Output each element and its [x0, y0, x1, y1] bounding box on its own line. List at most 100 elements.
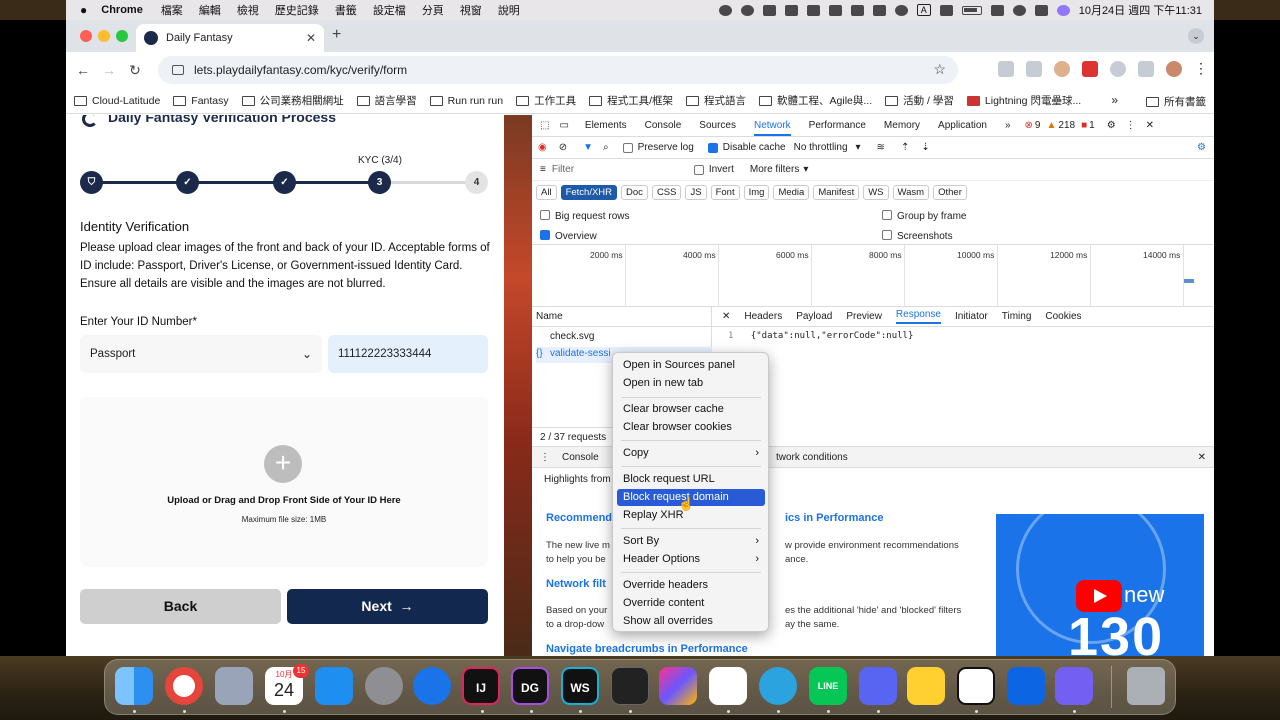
big-rows-checkbox[interactable] [540, 210, 550, 220]
screen-capture-icon[interactable] [784, 4, 798, 16]
miro-icon[interactable] [907, 667, 945, 705]
bookmark-folder[interactable]: Run run run [429, 95, 503, 107]
profile-avatar[interactable] [1166, 60, 1182, 77]
menu-item-clear-cache[interactable]: Clear browser cache [617, 401, 765, 418]
bookmark-link[interactable]: Lightning 閃電壘球... [966, 93, 1081, 108]
docker-icon[interactable] [709, 667, 747, 705]
menubar-clock[interactable]: 10月24日 週四 下午11:31 [1079, 2, 1202, 18]
close-tab-icon[interactable]: ✕ [306, 31, 316, 45]
apple-menu-icon[interactable]: ● [80, 3, 87, 17]
tab-application[interactable]: Application [938, 120, 987, 131]
type-css[interactable]: CSS [651, 184, 682, 200]
telegram-icon[interactable] [759, 667, 797, 705]
throttling-select[interactable]: No throttling [794, 142, 848, 153]
network-overview-timeline[interactable]: 2000 ms 4000 ms 6000 ms 8000 ms 10000 ms… [532, 245, 1214, 307]
extension-circle-icon[interactable] [1110, 60, 1126, 77]
tab-elements[interactable]: Elements [585, 120, 627, 131]
datagrip-icon[interactable]: DG [511, 667, 549, 705]
menu-item-sort-by[interactable]: Sort By › [617, 533, 765, 550]
overview-option[interactable]: Overview [540, 230, 597, 242]
detail-tab-timing[interactable]: Timing [1002, 311, 1032, 322]
tab-performance[interactable]: Performance [809, 120, 866, 131]
inspect-element-icon[interactable]: ⬚ [540, 120, 549, 131]
extensions-puzzle-icon[interactable] [1138, 60, 1154, 77]
drawer-menu-icon[interactable]: ⋮ [540, 452, 550, 463]
system-settings-icon[interactable] [365, 667, 403, 705]
menu-item-show-overrides[interactable]: Show all overrides [617, 613, 765, 630]
intellij-icon[interactable]: IJ [462, 667, 500, 705]
extension-icon[interactable] [998, 60, 1014, 77]
clipboard-icon[interactable] [806, 4, 820, 16]
drawer-tab-network-conditions[interactable]: twork conditions [776, 452, 848, 463]
preserve-log-checkbox[interactable] [622, 142, 633, 153]
bookmark-folder[interactable]: 語言學習 [356, 93, 417, 108]
import-har-icon[interactable]: ⇡ [901, 142, 909, 153]
detail-tab-payload[interactable]: Payload [796, 311, 832, 322]
device-toolbar-icon[interactable]: ▭ [559, 120, 568, 131]
next-button[interactable]: Next → [287, 589, 488, 624]
tab-search-chevron-icon[interactable]: ⌄ [1188, 28, 1204, 44]
menu-item-copy[interactable]: Copy › [617, 445, 765, 462]
line-status-icon[interactable] [740, 4, 754, 16]
minimize-window-icon[interactable] [98, 30, 110, 42]
viber-icon[interactable] [1055, 667, 1093, 705]
request-row[interactable]: check.svg [550, 331, 594, 342]
cloud-icon[interactable] [762, 4, 776, 16]
type-media[interactable]: Media [773, 184, 810, 200]
spotlight-search-icon[interactable] [1012, 4, 1026, 16]
menu-item-header-options[interactable]: Header Options › [617, 551, 765, 568]
maps-pin-icon[interactable] [413, 667, 451, 705]
siri-icon[interactable] [1056, 4, 1070, 16]
bookmark-folder[interactable]: Cloud-Latitude [74, 95, 160, 107]
control-center-icon[interactable] [1034, 4, 1048, 16]
whats-new-heading[interactable]: ics in Performance [785, 512, 883, 524]
bookmark-folder[interactable]: 程式工具/框架 [589, 93, 673, 108]
tab-daily-fantasy[interactable]: Daily Fantasy ✕ [136, 24, 324, 52]
evernote-icon[interactable] [828, 4, 842, 16]
url-text[interactable]: lets.playdailyfantasy.com/kyc/verify/for… [194, 63, 407, 77]
menu-file[interactable]: 檔案 [161, 2, 183, 18]
overview-checkbox[interactable] [540, 230, 550, 240]
type-fetch-xhr[interactable]: Fetch/XHR [560, 184, 618, 200]
close-detail-icon[interactable]: ✕ [722, 311, 730, 322]
menu-item-block-url[interactable]: Block request URL [617, 471, 765, 488]
volume-icon[interactable] [872, 4, 886, 16]
detail-tab-response[interactable]: Response [895, 309, 941, 324]
type-img[interactable]: Img [743, 184, 770, 200]
forward-arrow-icon[interactable]: → [96, 62, 122, 78]
trash-icon[interactable] [1127, 667, 1165, 705]
whats-new-heading[interactable]: Recommend [546, 512, 612, 524]
jetbrains-toolbox-icon[interactable] [659, 667, 697, 705]
request-row-selected[interactable]: validate-sessi [550, 348, 611, 359]
detail-tab-headers[interactable]: Headers [744, 311, 782, 322]
filter-funnel-icon[interactable]: ▼ [583, 142, 593, 153]
id-number-input[interactable]: 111122223333444 [328, 335, 488, 373]
type-all[interactable]: All [536, 184, 557, 200]
whats-new-heading[interactable]: Network filt [546, 578, 606, 590]
bookmark-folder[interactable]: 活動 / 學習 [885, 93, 954, 108]
terminal-icon[interactable] [611, 667, 649, 705]
disable-cache-checkbox[interactable] [707, 142, 718, 153]
close-drawer-icon[interactable]: ✕ [1198, 452, 1206, 463]
export-har-icon[interactable]: ⇣ [921, 142, 929, 153]
bookmark-folder[interactable]: Fantasy [173, 95, 229, 107]
whats-new-heading[interactable]: Navigate breadcrumbs in Performance [546, 643, 748, 655]
tab-sources[interactable]: Sources [699, 120, 736, 131]
devtools-menu-icon[interactable]: ⋮ [1126, 120, 1136, 131]
plus-icon[interactable]: + [264, 445, 302, 483]
menu-app-name[interactable]: Chrome [101, 4, 143, 16]
filter-input[interactable]: Filter [552, 164, 682, 175]
screenshots-option[interactable]: Screenshots [882, 230, 953, 242]
close-devtools-icon[interactable]: ✕ [1146, 120, 1154, 131]
launchpad-icon[interactable] [215, 667, 253, 705]
screenshots-checkbox[interactable] [882, 230, 892, 240]
id-type-select[interactable]: Passport ⌄ [80, 335, 322, 373]
type-js[interactable]: JS [685, 184, 707, 200]
menu-view[interactable]: 檢視 [237, 2, 259, 18]
invert-checkbox[interactable] [693, 164, 704, 175]
bookmark-folder[interactable]: 工作工具 [516, 93, 576, 108]
error-icon[interactable]: ⊗ [1025, 120, 1033, 131]
menu-item-open-in-new-tab[interactable]: Open in new tab [617, 375, 765, 392]
issue-icon[interactable]: ■ [1081, 120, 1087, 131]
big-rows-option[interactable]: Big request rows [540, 210, 629, 222]
